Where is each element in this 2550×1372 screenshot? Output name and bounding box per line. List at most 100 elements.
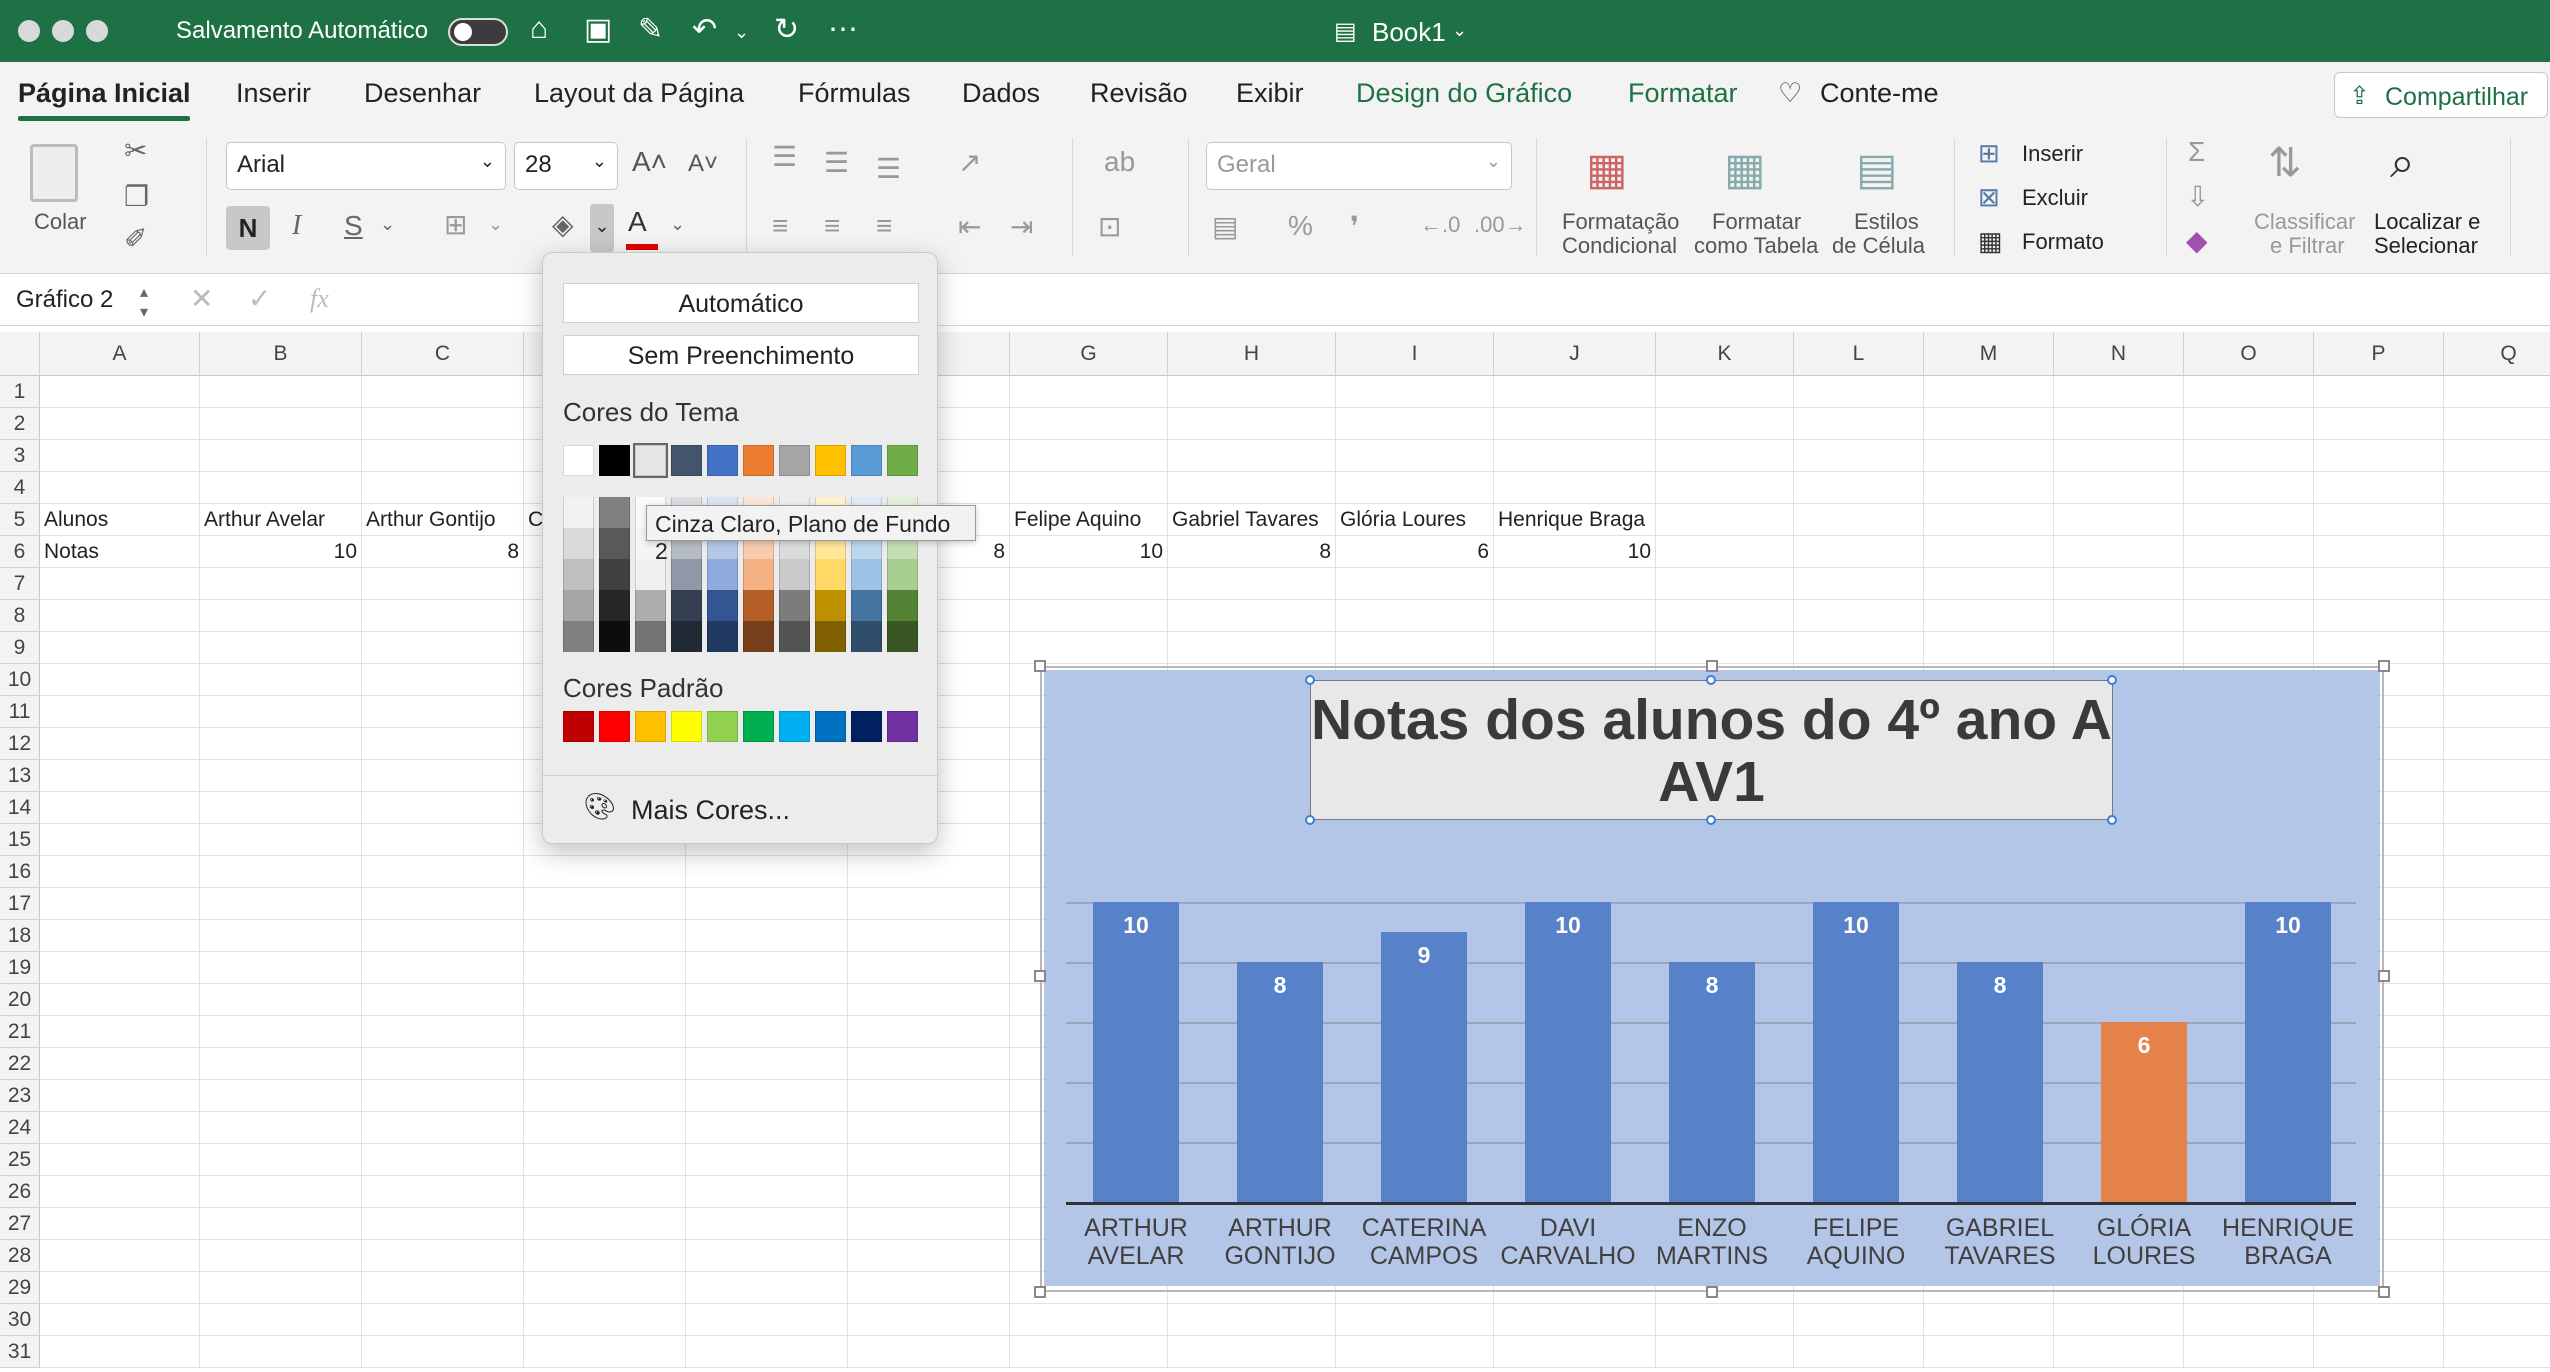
standard-color-swatch[interactable] (851, 711, 882, 742)
grid-cell[interactable] (686, 1176, 848, 1208)
row-header[interactable]: 22 (0, 1048, 40, 1080)
grid-cell[interactable] (1168, 1336, 1336, 1368)
grid-cell[interactable] (1494, 568, 1656, 600)
grade-cell[interactable]: 10 (200, 536, 362, 568)
theme-color-swatch[interactable] (671, 445, 702, 476)
grid-cell[interactable] (686, 984, 848, 1016)
title-chevron-icon[interactable]: ⌄ (1452, 20, 1467, 41)
underline-button[interactable]: S (344, 210, 363, 242)
share-button[interactable]: ⇪ Compartilhar (2334, 72, 2548, 118)
grid-cell[interactable] (1336, 1336, 1494, 1368)
grid-cell[interactable] (1924, 376, 2054, 408)
grid-cell[interactable] (1010, 472, 1168, 504)
grid-cell[interactable] (40, 600, 200, 632)
grid-cell[interactable] (2444, 1208, 2550, 1240)
grid-cell[interactable] (848, 1208, 1010, 1240)
grid-cell[interactable] (1656, 568, 1794, 600)
title-resize-handle[interactable] (1706, 815, 1716, 825)
chart-resize-handle[interactable] (1034, 1286, 1046, 1298)
row-header[interactable]: 3 (0, 440, 40, 472)
standard-color-swatch[interactable] (635, 711, 666, 742)
standard-color-swatch[interactable] (815, 711, 846, 742)
theme-color-swatch[interactable] (707, 445, 738, 476)
chart-resize-handle[interactable] (2378, 660, 2390, 672)
grid-cell[interactable] (200, 472, 362, 504)
grid-cell[interactable] (2444, 408, 2550, 440)
grade-cell[interactable]: 8 (362, 536, 524, 568)
grid-cell[interactable] (362, 1048, 524, 1080)
undo-dropdown-icon[interactable]: ⌄ (734, 22, 749, 43)
cell-styles-button[interactable]: ▤ Estilos de Célula (1832, 140, 1942, 260)
row-header[interactable]: 6 (0, 536, 40, 568)
grid-cell[interactable] (40, 472, 200, 504)
grid-cell[interactable] (2314, 376, 2444, 408)
grid-cell[interactable] (1924, 600, 2054, 632)
enter-icon[interactable]: ✓ (248, 282, 271, 315)
theme-shade-swatch[interactable] (563, 559, 594, 590)
grid-cell[interactable] (1010, 1304, 1168, 1336)
grid-cell[interactable] (2444, 1304, 2550, 1336)
bold-button[interactable]: N (226, 206, 270, 250)
grid-cell[interactable] (40, 1112, 200, 1144)
row-header[interactable]: 18 (0, 920, 40, 952)
grid-cell[interactable] (362, 1304, 524, 1336)
column-header[interactable]: L (1794, 332, 1924, 376)
theme-color-swatch[interactable] (815, 445, 846, 476)
theme-shade-swatch[interactable] (743, 590, 774, 621)
grid-cell[interactable] (686, 1144, 848, 1176)
borders-icon[interactable]: ⊞ (444, 208, 467, 241)
grid-cell[interactable] (2444, 792, 2550, 824)
grid-cell[interactable] (2314, 568, 2444, 600)
chart-resize-handle[interactable] (1706, 660, 1718, 672)
fill-color-dropdown-button[interactable]: ⌄ (590, 204, 614, 252)
grid-cell[interactable] (200, 440, 362, 472)
zoom-window-button[interactable] (86, 20, 108, 42)
grid-cell[interactable] (2444, 1144, 2550, 1176)
grid-cell[interactable] (362, 664, 524, 696)
grid-cell[interactable] (2054, 568, 2184, 600)
grid-cell[interactable] (40, 792, 200, 824)
bar[interactable] (1093, 902, 1179, 1202)
grid-cell[interactable] (524, 1080, 686, 1112)
grid-cell[interactable] (40, 632, 200, 664)
grid-cell[interactable] (1168, 472, 1336, 504)
column-header[interactable]: K (1656, 332, 1794, 376)
automatic-color-button[interactable]: Automático (563, 283, 919, 323)
align-top-icon[interactable]: ☰ (772, 140, 797, 173)
theme-shade-swatch[interactable] (563, 528, 594, 559)
standard-color-swatch[interactable] (563, 711, 594, 742)
grid-cell[interactable] (1168, 376, 1336, 408)
grid-cell[interactable] (362, 856, 524, 888)
percent-style-icon[interactable]: % (1288, 210, 1313, 242)
grid-cell[interactable] (524, 888, 686, 920)
grid-cell[interactable] (1494, 408, 1656, 440)
grid-cell[interactable] (200, 856, 362, 888)
tab-page-layout[interactable]: Layout da Página (534, 78, 744, 109)
grid-cell[interactable] (2054, 408, 2184, 440)
standard-color-swatch[interactable] (779, 711, 810, 742)
conditional-formatting-button[interactable]: ▦ Formatação Condicional (1556, 140, 1686, 260)
grid-cell[interactable] (1656, 632, 1794, 664)
grid-cell[interactable] (362, 472, 524, 504)
theme-color-swatch[interactable] (887, 445, 918, 476)
grid-cell[interactable] (1168, 1304, 1336, 1336)
row-header[interactable]: 13 (0, 760, 40, 792)
grid-cell[interactable] (2444, 1336, 2550, 1368)
column-header[interactable]: B (200, 332, 362, 376)
theme-shade-swatch[interactable] (851, 590, 882, 621)
increase-decimal-icon[interactable]: ←.0 (1420, 212, 1460, 238)
grid-cell[interactable] (1656, 1336, 1794, 1368)
grid-cell[interactable] (200, 984, 362, 1016)
theme-shade-swatch[interactable] (599, 621, 630, 652)
grid-cell[interactable] (1924, 472, 2054, 504)
grid-cell[interactable] (1656, 504, 1794, 536)
theme-shade-swatch[interactable] (635, 590, 666, 621)
grid-cell[interactable] (1794, 1336, 1924, 1368)
grid-cell[interactable] (1494, 440, 1656, 472)
autosave-toggle[interactable] (448, 18, 508, 46)
tab-chart-design[interactable]: Design do Gráfico (1356, 78, 1572, 109)
row-header[interactable]: 19 (0, 952, 40, 984)
borders-dropdown-icon[interactable]: ⌄ (488, 214, 503, 235)
home-icon[interactable]: ⌂ (530, 12, 548, 46)
theme-shade-swatch[interactable] (599, 590, 630, 621)
